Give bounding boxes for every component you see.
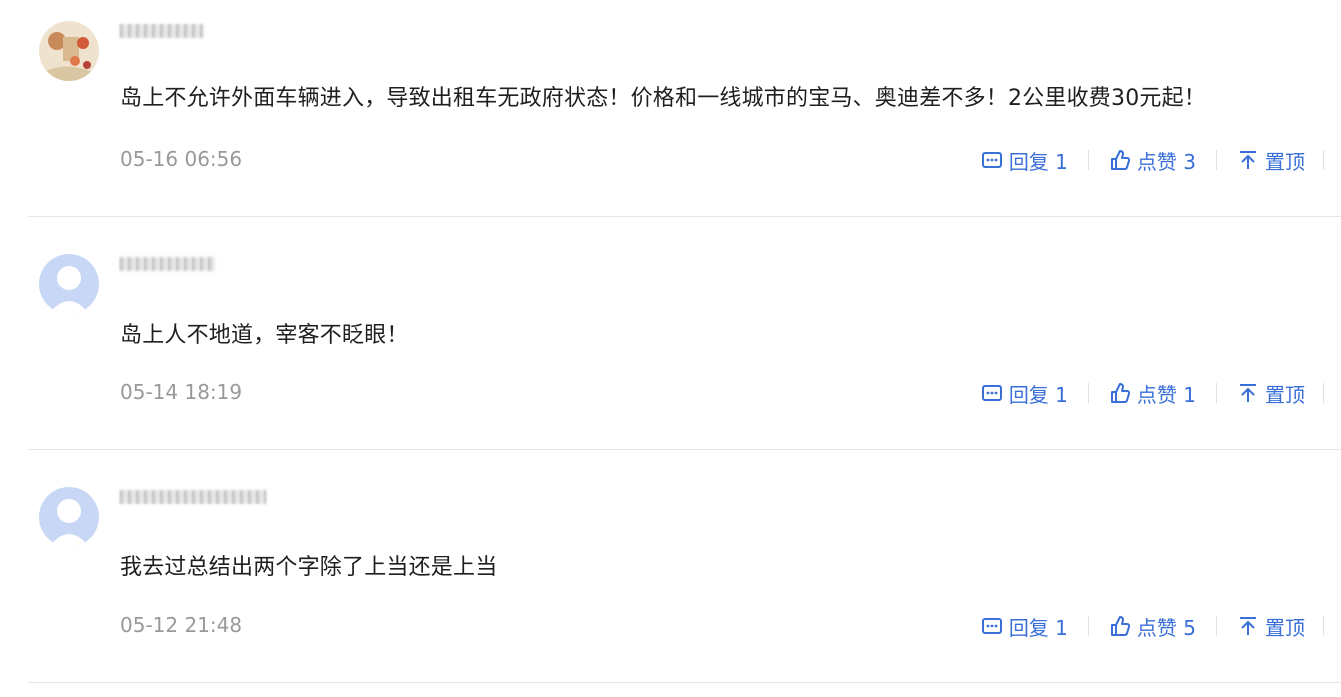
comment-item: 岛上人不地道，宰客不眨眼！ 05-14 18:19 回复 1 点赞 1 置顶 <box>28 217 1341 450</box>
like-button[interactable]: 点赞 3 <box>1109 146 1196 175</box>
pin-button[interactable]: 置顶 <box>1237 612 1305 641</box>
divider <box>1323 383 1324 403</box>
thumbs-up-icon <box>1110 616 1131 636</box>
pin-top-icon <box>1240 151 1256 169</box>
comment-time: 05-14 18:19 <box>120 380 243 404</box>
divider <box>1087 616 1089 636</box>
pin-label: 置顶 <box>1265 382 1305 407</box>
divider <box>1323 616 1324 636</box>
divider <box>1216 150 1217 170</box>
comment-item: 我去过总结出两个字除了上当还是上当 05-12 21:48 回复 1 点赞 5 … <box>28 450 1341 683</box>
pin-button[interactable]: 置顶 <box>1237 146 1305 175</box>
username[interactable] <box>120 253 230 275</box>
reply-label: 回复 1 <box>1008 149 1068 174</box>
avatar[interactable] <box>39 487 99 547</box>
like-label: 点赞 5 <box>1136 615 1196 640</box>
avatar[interactable] <box>39 254 99 314</box>
reply-button[interactable]: 回复 1 <box>981 379 1068 408</box>
reply-button[interactable]: 回复 1 <box>981 612 1068 641</box>
avatar[interactable] <box>39 21 99 81</box>
comment-item: 岛上不允许外面车辆进入，导致出租车无政府状态！价格和一线城市的宝马、奥迪差不多！… <box>28 0 1341 217</box>
username[interactable] <box>120 20 230 42</box>
comment-time: 05-16 06:56 <box>120 147 243 171</box>
divider <box>1323 150 1324 170</box>
like-button[interactable]: 点赞 5 <box>1109 612 1196 641</box>
comment-text: 岛上人不地道，宰客不眨眼！ <box>120 323 409 348</box>
like-label: 点赞 1 <box>1136 382 1196 407</box>
pin-top-icon <box>1240 384 1256 402</box>
divider <box>1087 383 1089 403</box>
thumbs-up-icon <box>1110 150 1131 170</box>
like-label: 点赞 3 <box>1136 149 1196 174</box>
reply-button[interactable]: 回复 1 <box>981 146 1068 175</box>
reply-icon <box>981 152 1002 168</box>
reply-label: 回复 1 <box>1008 382 1068 407</box>
thumbs-up-icon <box>1110 383 1131 403</box>
reply-label: 回复 1 <box>1008 615 1068 640</box>
comment-time: 05-12 21:48 <box>120 613 243 637</box>
pin-button[interactable]: 置顶 <box>1237 379 1305 408</box>
comment-actions: 回复 1 点赞 5 置顶 <box>981 612 1324 640</box>
username[interactable] <box>120 486 266 508</box>
pin-label: 置顶 <box>1265 615 1305 640</box>
like-button[interactable]: 点赞 1 <box>1109 379 1196 408</box>
reply-icon <box>981 618 1002 634</box>
comment-text: 岛上不允许外面车辆进入，导致出租车无政府状态！价格和一线城市的宝马、奥迪差不多！… <box>120 86 1206 111</box>
pin-top-icon <box>1240 617 1256 635</box>
comment-actions: 回复 1 点赞 3 置顶 <box>981 146 1324 174</box>
divider <box>1216 616 1217 636</box>
comment-actions: 回复 1 点赞 1 置顶 <box>981 379 1324 407</box>
comment-text: 我去过总结出两个字除了上当还是上当 <box>120 555 498 580</box>
divider <box>1216 383 1217 403</box>
pin-label: 置顶 <box>1265 149 1305 174</box>
divider <box>1087 150 1089 170</box>
reply-icon <box>981 385 1002 401</box>
